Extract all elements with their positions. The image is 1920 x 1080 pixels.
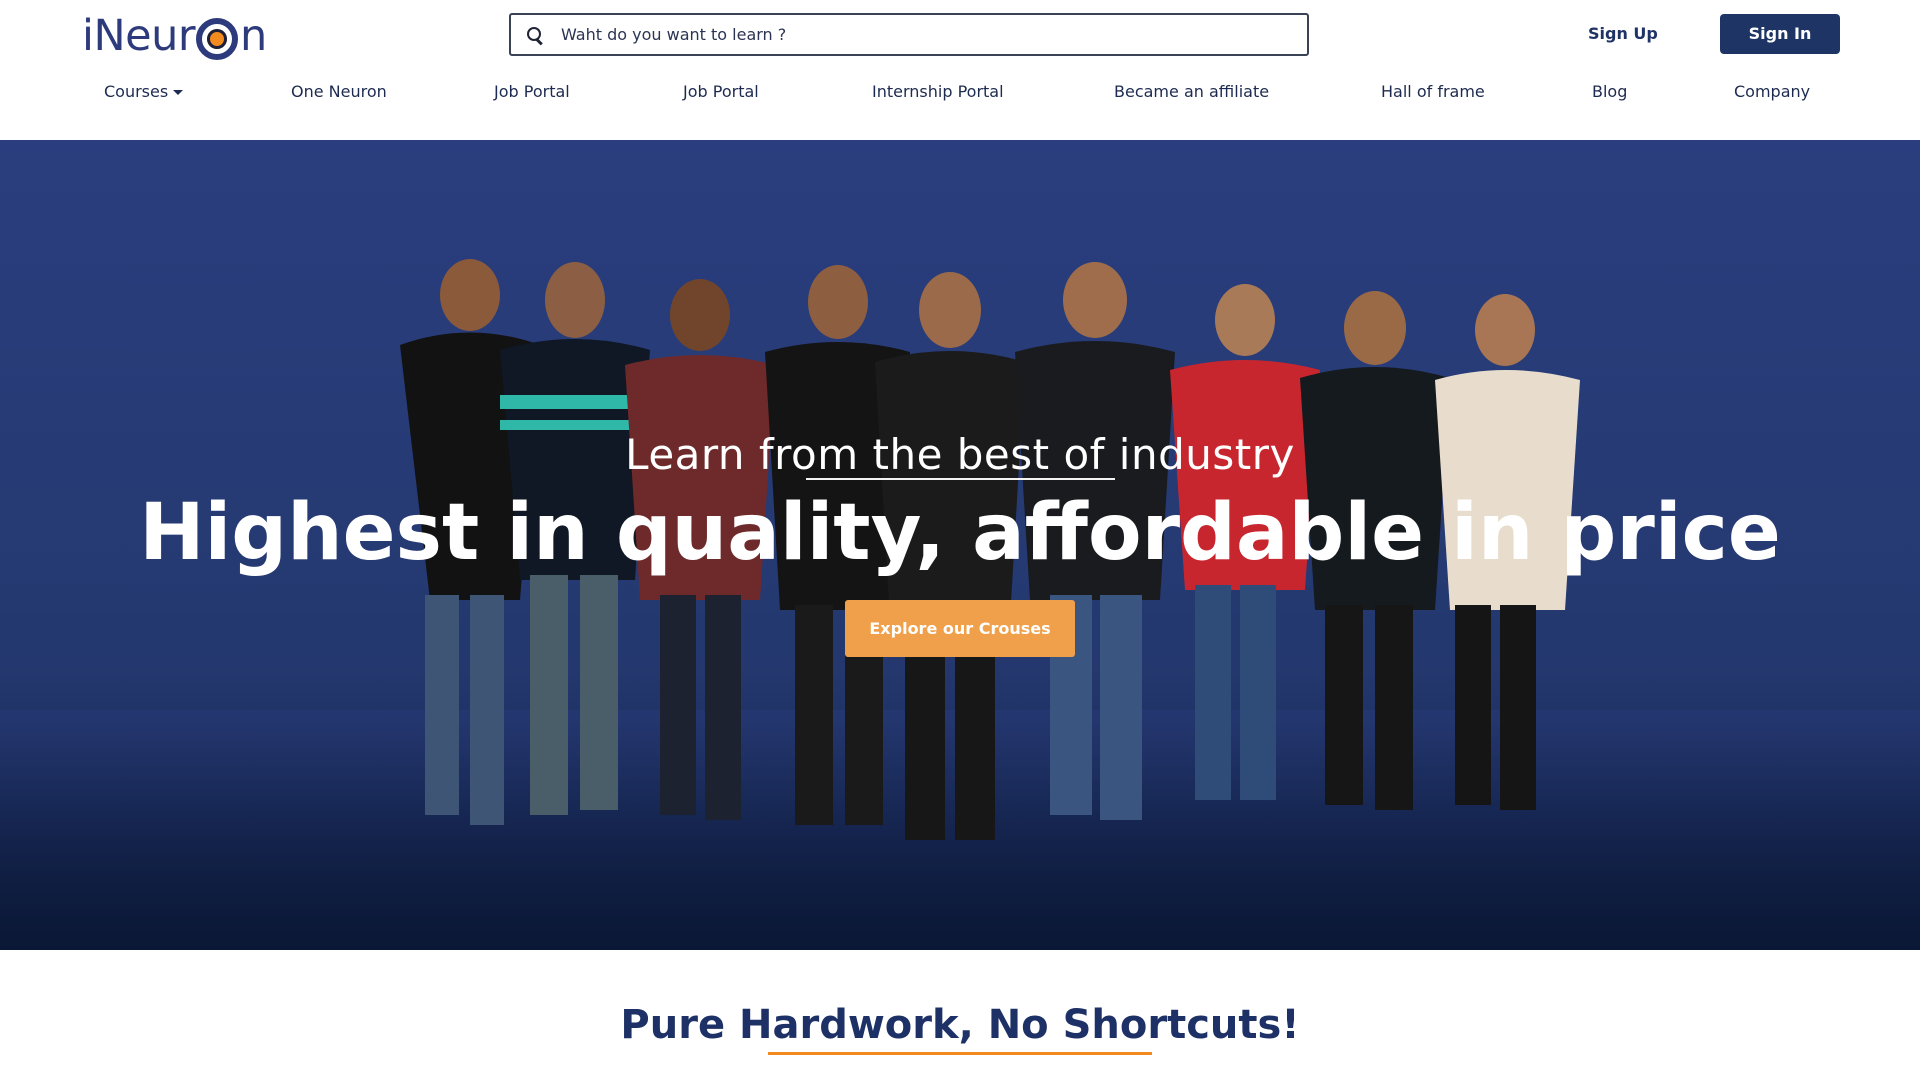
nav-item-internship-portal[interactable]: Internship Portal: [872, 82, 1004, 101]
explore-courses-button[interactable]: Explore our Crouses: [845, 600, 1075, 657]
nav-item-label: Courses: [104, 82, 169, 101]
hero-eyebrow-underline: [806, 478, 1115, 480]
hero-eyebrow: Learn from the best of industry: [625, 430, 1295, 479]
nav-item-job-portal-2[interactable]: Job Portal: [683, 82, 759, 101]
search-bar[interactable]: [509, 13, 1309, 56]
logo-eye-icon: [196, 18, 238, 60]
nav-item-company[interactable]: Company: [1734, 82, 1810, 101]
nav-item-job-portal[interactable]: Job Portal: [494, 82, 570, 101]
nav-item-affiliate[interactable]: Became an affiliate: [1114, 82, 1269, 101]
sign-in-button[interactable]: Sign In: [1720, 14, 1840, 54]
hero-banner: Learn from the best of industry Highest …: [0, 140, 1920, 950]
logo-text-suffix: n: [240, 11, 267, 61]
nav-item-one-neuron[interactable]: One Neuron: [291, 82, 387, 101]
main-nav: Courses One Neuron Job Portal Job Portal…: [0, 82, 1920, 108]
caret-down-icon: [173, 90, 184, 95]
sign-up-link[interactable]: Sign Up: [1588, 14, 1658, 54]
search-input[interactable]: [561, 25, 1261, 44]
hero-headline: Highest in quality, affordable in price: [139, 488, 1781, 578]
section-title: Pure Hardwork, No Shortcuts!: [620, 1002, 1300, 1048]
nav-item-courses[interactable]: Courses: [104, 82, 184, 101]
section-title-underline: [768, 1052, 1152, 1055]
nav-item-hall-of-frame[interactable]: Hall of frame: [1381, 82, 1485, 101]
ineuron-logo[interactable]: iNeur n: [82, 8, 267, 64]
search-icon: [527, 26, 543, 43]
logo-text-prefix: iNeur: [82, 11, 196, 61]
nav-item-blog[interactable]: Blog: [1592, 82, 1627, 101]
